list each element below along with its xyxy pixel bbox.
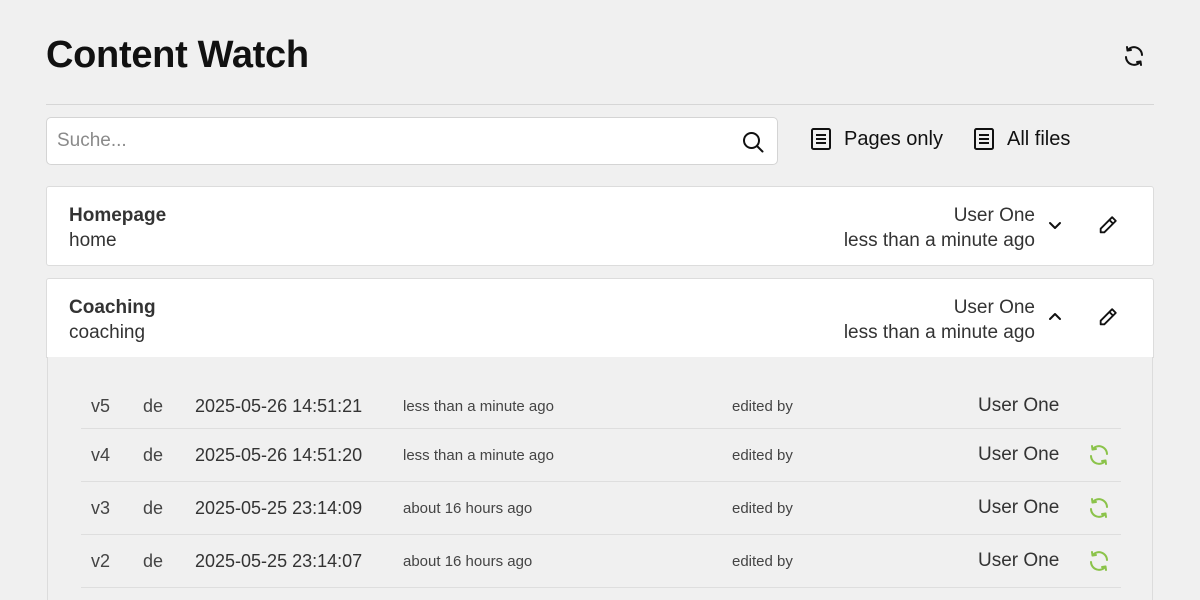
page-card-homepage[interactable]: Homepage home User One less than a minut… [46, 186, 1154, 266]
edit-button[interactable] [1096, 305, 1120, 329]
pencil-icon [1099, 308, 1117, 326]
restore-icon[interactable] [1087, 443, 1111, 467]
page-card-coaching[interactable]: Coaching coaching User One less than a m… [46, 278, 1154, 358]
header-divider [46, 104, 1154, 105]
version-row: v5 de 2025-05-26 14:51:21 less than a mi… [81, 380, 1121, 429]
collapse-button[interactable] [1045, 307, 1065, 327]
version-relative-time: less than a minute ago [403, 398, 554, 415]
version-user: User One [978, 497, 1060, 518]
refresh-button[interactable] [1120, 42, 1148, 70]
refresh-icon [1125, 46, 1143, 66]
version-datetime: 2025-05-25 23:14:09 [195, 498, 363, 518]
filter-label: All files [1007, 127, 1071, 150]
version-row: v4 de 2025-05-26 14:51:20 less than a mi… [81, 429, 1121, 482]
version-number: v3 [91, 498, 111, 518]
version-edited-label: edited by [732, 447, 793, 464]
version-datetime: 2025-05-26 14:51:20 [195, 445, 363, 465]
version-language: de [143, 551, 164, 571]
restore-icon[interactable] [1087, 549, 1111, 573]
search-input[interactable] [57, 118, 727, 164]
version-language: de [143, 498, 164, 518]
page-slug: coaching [69, 322, 146, 343]
document-icon [974, 128, 994, 150]
chevron-down-icon [1049, 222, 1061, 229]
version-relative-time: about 16 hours ago [403, 553, 533, 570]
version-relative-time: about 16 hours ago [403, 500, 533, 517]
page-time: less than a minute ago [843, 322, 1035, 343]
version-number: v4 [91, 445, 111, 465]
page-title: Content Watch [46, 34, 309, 76]
page-header: Content Watch [46, 30, 1154, 90]
content-watch-page: Content Watch Pages only [0, 0, 1200, 600]
search-box[interactable] [46, 117, 778, 165]
page-user: User One [953, 297, 1035, 318]
search-icon[interactable] [741, 130, 765, 154]
version-edited-label: edited by [732, 500, 793, 517]
version-user: User One [978, 550, 1060, 571]
chevron-up-icon [1049, 313, 1061, 320]
version-number: v5 [91, 396, 111, 416]
version-edited-label: edited by [732, 553, 793, 570]
version-row: v2 de 2025-05-25 23:14:07 about 16 hours… [81, 535, 1121, 588]
version-datetime: 2025-05-26 14:51:21 [195, 396, 363, 416]
restore-icon[interactable] [1087, 496, 1111, 520]
page-name: Coaching [69, 297, 156, 318]
version-row: v3 de 2025-05-25 23:14:09 about 16 hours… [81, 482, 1121, 535]
filter-pages-only-button[interactable]: Pages only [810, 122, 943, 156]
version-edited-label: edited by [732, 398, 793, 415]
pencil-icon [1099, 216, 1117, 234]
version-number: v2 [91, 551, 111, 571]
document-icon [811, 128, 831, 150]
page-time: less than a minute ago [843, 230, 1035, 251]
version-language: de [143, 396, 164, 416]
page-user: User One [953, 205, 1035, 226]
edit-button[interactable] [1096, 213, 1120, 237]
version-language: de [143, 445, 164, 465]
filter-label: Pages only [844, 127, 943, 150]
version-relative-time: less than a minute ago [403, 447, 554, 464]
page-slug: home [69, 230, 117, 251]
expand-button[interactable] [1045, 215, 1065, 235]
version-datetime: 2025-05-25 23:14:07 [195, 551, 363, 571]
page-name: Homepage [69, 205, 167, 226]
version-user: User One [978, 444, 1060, 465]
filter-all-files-button[interactable]: All files [973, 122, 1070, 156]
version-list: v5 de 2025-05-26 14:51:21 less than a mi… [47, 357, 1153, 600]
version-user: User One [978, 395, 1060, 416]
